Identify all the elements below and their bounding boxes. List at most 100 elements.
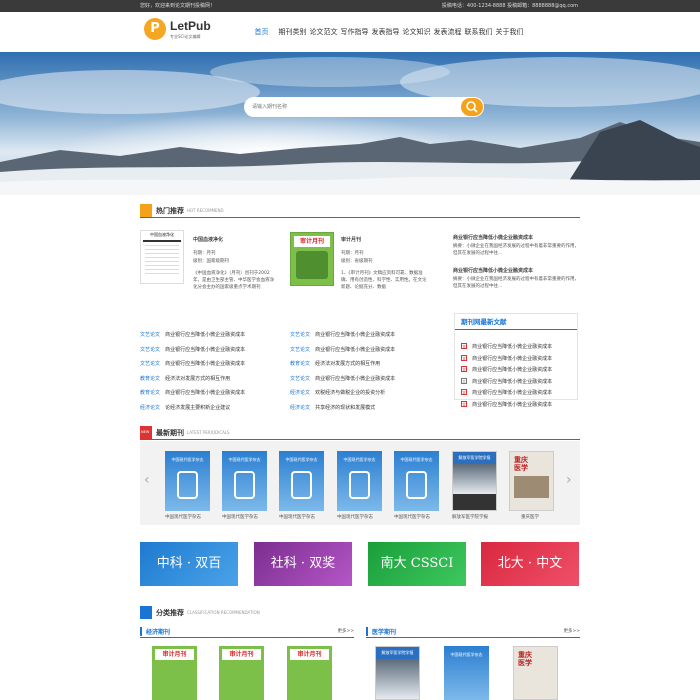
list-item[interactable]: 文艺论文 商业银行应当降低小微企业融资成本 [290,321,440,338]
promo-banner-nanda[interactable]: 南大 CSSCI [368,542,466,586]
list-item-title[interactable]: 共享经济的现状和发展模式 [315,405,375,411]
medicine-cover[interactable]: 中国现代医学杂志 [444,646,489,700]
list-item-title[interactable]: 论经济发展主要积新企业建议 [165,405,230,411]
periodical-cover[interactable]: 中国现代医学杂志 [279,451,324,511]
periodical-cover[interactable]: 中国现代医学杂志 [165,451,210,511]
list-item[interactable]: 文艺论文 商业银行应当降低小微企业融资成本 [140,350,290,367]
periodical-cover[interactable]: 重庆医学 [509,451,554,511]
periodicals-section-title: 最新期刊 [156,429,184,437]
periodical-cover[interactable]: 中国现代医学杂志 [222,451,267,511]
hot-section-icon [140,204,152,217]
nav-publish-guide[interactable]: 发表指导 [370,12,401,52]
hot-news2-desc: 摘要：小微企业在我国经济发展的过程中有着非常重要的作用，但其在发展的过程中往..… [453,277,579,289]
nav-publish-process[interactable]: 发表流程 [432,12,463,52]
list-item[interactable]: 文 商业银行应当降低小微企业融资成本 [461,379,577,396]
contact-text: 投稿电话：400-1234-8888 投稿邮箱：8888888@qq.com [441,3,578,9]
carousel-next-button[interactable]: › [566,472,572,488]
periodical-cover[interactable]: 中国现代医学杂志 [394,451,439,511]
logo-tagline: 专业SCI论文编辑 [170,34,201,39]
nav-home[interactable]: 首页 [246,12,277,52]
main-nav: 首页 期刊类别 论文范文 写作指导 发表指导 论文知识 发表流程 联系我们 关于… [246,12,525,52]
periodical-name[interactable]: 解放军医学院学报 [452,514,488,520]
hero-banner [0,52,700,195]
list-item[interactable]: 教育论文 经济法对发展方式的相互作用 [140,365,290,382]
economics-header: 经济期刊 更多>> [140,626,354,638]
economics-cover[interactable]: 审计月刊 [219,646,264,700]
periodical-name[interactable]: 中国现代医学杂志 [394,514,430,520]
nav-paper-knowledge[interactable]: 论文知识 [401,12,432,52]
economics-cover[interactable]: 审计月刊 [287,646,332,700]
list-item[interactable]: 大 商业银行应当降低小微企业融资成本 [461,368,577,385]
classify-section-subtitle: CLASSIFICATION RECOMMENDATION [187,610,260,615]
hot-item2-level: 级别：省级期刊 [341,259,373,264]
hot-item1-freq: 刊期：月刊 [193,251,216,256]
list-item[interactable]: 文 商业银行应当降低小微企业融资成本 [461,356,577,373]
hot-item1-name[interactable]: 中国血液净化 [193,236,223,243]
economics-cover[interactable]: 审计月刊 [152,646,197,700]
hot-section-subtitle: HOT RECOMMEND [187,208,224,213]
list-item[interactable]: 文艺论文 商业银行应当降低小微企业融资成本 [290,365,440,382]
hot-item1-cover[interactable]: 中国血液净化 [140,230,184,284]
list-item[interactable]: 文艺论文 商业银行应当降低小微企业融资成本 [140,336,290,353]
list-item-tag[interactable]: 经济论文 [290,405,310,411]
periodical-labels: 中国现代医学杂志 中国现代医学杂志 中国现代医学杂志 中国现代医学杂志 中国现代… [163,514,583,522]
medicine-title[interactable]: 医学期刊 [372,627,396,636]
hot-section-title: 热门推荐 [156,207,184,215]
promo-banner-sheke[interactable]: 社科 · 双奖 [254,542,352,586]
logo-icon[interactable]: P [144,18,166,40]
economics-more-link[interactable]: 更多>> [337,628,354,634]
hot-item1-desc: 《中国血液净化》（月刊）创刊于2002年，是由卫生部主管、中华医学会血液净化分会… [193,271,274,290]
list-item-title[interactable]: 商业银行应当降低小微企业融资成本 [472,402,552,408]
periodical-name[interactable]: 中国现代医学杂志 [279,514,315,520]
search-box [244,97,484,117]
nav-sample-papers[interactable]: 论文范文 [308,12,339,52]
hot-news1-title[interactable]: 商业银行应当降低小微企业融资成本 [453,234,533,241]
medicine-cover[interactable]: 解放军医学院学报 [375,646,420,700]
hot-news1-desc: 摘要：小微企业在我国经济发展的过程中有着非常重要的作用，但其在发展的过程中往..… [453,244,579,256]
periodical-cover[interactable]: 解放军医学院学报 [452,451,497,511]
hot-item2-cover-title: 审计月刊 [294,236,330,247]
search-icon [466,101,478,113]
latest-docs-box: 期刊网最新文献 文 商业银行应当降低小微企业融资成本 文 商业银行应当降低小微企… [454,313,578,408]
logo-name[interactable]: LetPub [170,19,211,33]
top-bar: 您好，欢迎来到论文期刊投稿网！ 投稿电话：400-1234-8888 投稿邮箱：… [0,0,700,12]
list-item[interactable]: 经济论文 共享经济的现状和发展模式 [290,394,440,411]
periodical-cover[interactable]: 中国现代医学杂志 [337,451,382,511]
hot-section-header: 热门推荐 HOT RECOMMEND [140,204,580,218]
promo-banner-beida[interactable]: 北大 · 中文 [481,542,579,586]
carousel-prev-button[interactable]: ‹ [144,472,150,488]
nav-contact[interactable]: 联系我们 [463,12,494,52]
nav-writing-guide[interactable]: 写作指导 [339,12,370,52]
list-item[interactable]: 文 商业银行应当降低小微企业融资成本 [461,345,577,362]
periodical-name[interactable]: 中国现代医学杂志 [337,514,373,520]
list-item-tag[interactable]: 经济论文 [140,405,160,411]
hero-landscape-image [0,52,700,195]
list-item[interactable]: 文 商业银行应当降低小微企业融资成本 [461,391,577,408]
welcome-text: 您好，欢迎来到论文期刊投稿网！ [140,3,216,9]
periodical-name[interactable]: 中国现代医学杂志 [222,514,258,520]
article-list-left: 文艺论文 商业银行应当降低小微企业融资成本 文艺论文 商业银行应当降低小微企业融… [140,321,290,411]
list-item[interactable]: 文 商业银行应当降低小微企业融资成本 [461,333,577,350]
list-item[interactable]: 文艺论文 商业银行应当降低小微企业融资成本 [290,336,440,353]
search-input[interactable] [252,101,452,113]
economics-title[interactable]: 经济期刊 [146,627,170,636]
periodicals-section-subtitle: LATEST PERIODICALS [187,430,230,435]
list-item[interactable]: 教育论文 经济法对发展方式的相互作用 [290,350,440,367]
nav-periodical-category[interactable]: 期刊类别 [277,12,308,52]
periodical-name[interactable]: 中国现代医学杂志 [165,514,201,520]
medicine-more-link[interactable]: 更多>> [563,628,580,634]
nav-about[interactable]: 关于我们 [494,12,525,52]
hot-item2-cover[interactable]: 审计月刊 [290,232,334,286]
medicine-cover[interactable]: 重庆医学 [513,646,558,700]
header: P LetPub 专业SCI论文编辑 首页 期刊类别 论文范文 写作指导 发表指… [0,12,700,52]
periodical-name[interactable]: 重庆医学 [521,514,539,520]
list-item[interactable]: 文艺论文 商业银行应当降低小微企业融资成本 [140,321,290,338]
search-button[interactable] [461,98,483,116]
hot-item1-level: 级别：国家级期刊 [193,259,229,264]
promo-banner-zhongke[interactable]: 中科 · 双百 [140,542,238,586]
list-item[interactable]: 经济论文 论经济发展主要积新企业建议 [140,394,290,411]
hot-news2-title[interactable]: 商业银行应当降低小微企业融资成本 [453,267,533,274]
list-item[interactable]: 经济论文 欢税经济与做税企业的投资分析 [290,379,440,396]
hot-item2-name[interactable]: 审计月刊 [341,236,361,243]
list-item[interactable]: 教育论文 商业银行应当降低小微企业融资成本 [140,379,290,396]
